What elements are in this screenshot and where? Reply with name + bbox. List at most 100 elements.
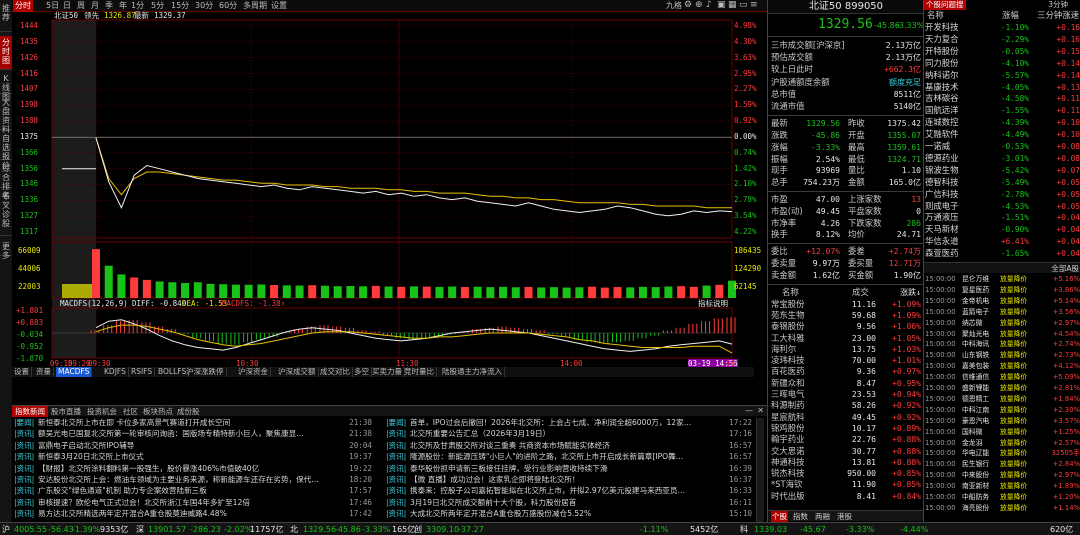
sector-name[interactable]: 开特股份 <box>925 46 959 58</box>
sector-row[interactable]: 开发科技 -1.10% +0.16 <box>924 22 1080 34</box>
news-item[interactable]: |资讯| 携泰来：控股子公司嘉拓智能拟在北交所上市，并拟2.97亿美元投建马来西亚… <box>386 486 752 496</box>
news-title[interactable]: 首单，IPO过会后撤回！2026年北交所：上会占七成、净利润全超6000万，12… <box>410 418 691 427</box>
intraday-chart[interactable]: 1444 4.98% 1435 4.30% 1426 3.63% 1416 2.95% 1407… <box>12 11 767 368</box>
tape-name[interactable]: 豪恩汽电 <box>962 416 989 427</box>
sector-name[interactable]: 德源药业 <box>925 153 959 165</box>
gear-icon[interactable]: ⚙ <box>684 0 692 10</box>
sector-name[interactable]: 森萱医药 <box>925 248 959 260</box>
stock-name[interactable]: 时代出版 <box>771 491 805 502</box>
bottom-tab-3[interactable]: 港股 <box>837 511 852 522</box>
tape-name[interactable]: 国科微 <box>962 427 982 438</box>
sector-name[interactable]: 华信永道 <box>925 236 959 248</box>
tape-row[interactable]: 15:00:00 信维通信 放量降价 +5.09% <box>924 372 1080 383</box>
sector-row[interactable]: 天马新材 -0.90% +0.04 <box>924 224 1080 236</box>
all-a-select[interactable]: 全部A股 <box>1051 263 1079 274</box>
news-item[interactable]: |资讯| 大成北交所两年定开混合A重仓股万盛股份减仓5.52% 15:10 <box>386 509 752 519</box>
news-title[interactable]: 易方达北交所精选两年定开混合A重仓股莫迪威路4.48% <box>38 509 227 518</box>
stock-row[interactable]: 泰锦股份 9.56 +1.06% <box>768 321 924 332</box>
news-item[interactable]: |资讯| 【微 直播】成功过会！这家乳企即将登陆北交所！ 16:37 <box>386 475 752 485</box>
grid-icon[interactable]: ▦ <box>728 0 737 10</box>
sector-name[interactable]: 则成电子 <box>925 201 959 213</box>
tape-name[interactable]: 信维通信 <box>962 372 989 383</box>
tape-row[interactable]: 15:00:00 南亚新材 放量降价 +1.89% <box>924 481 1080 492</box>
left-tab-1[interactable]: 分时图 <box>0 36 12 70</box>
news-item[interactable]: |要闻| 首单，IPO过会后撤回！2026年北交所：上会占七成、净利润全超6000… <box>386 418 752 428</box>
tape-name[interactable]: 南亚新材 <box>962 481 989 492</box>
sector-name[interactable]: 一诺威 <box>925 141 950 153</box>
tape-name[interactable]: 盛新锂能 <box>962 383 989 394</box>
sector-name[interactable]: 万通液压 <box>925 212 959 224</box>
sector-row[interactable]: 华信永道 +6.41% +0.04 <box>924 236 1080 248</box>
sector-row[interactable]: 则成电子 -4.53% +0.05 <box>924 201 1080 213</box>
tape-row[interactable]: 15:00:00 民生银行 放量降价 +2.84% <box>924 459 1080 470</box>
stock-row[interactable]: 锐杰科技 950.00 +0.85% <box>768 468 924 479</box>
news-tab-2[interactable]: 投资机会 <box>84 406 120 417</box>
left-tab-5[interactable]: 综合排名 <box>0 162 12 200</box>
sector-row[interactable]: 艾融软件 -4.49% +0.10 <box>924 129 1080 141</box>
sector-row[interactable]: 德源药业 -3.01% +0.08 <box>924 153 1080 165</box>
tape-row[interactable]: 15:00:00 国科微 放量降价 +1.25% <box>924 427 1080 438</box>
lock-icon[interactable]: ▣ <box>717 0 726 10</box>
indicator-tab-2[interactable]: MACDFS <box>56 367 93 377</box>
stock-row[interactable]: 锦鸡股份 10.17 +0.89% <box>768 423 924 434</box>
sector-row[interactable]: 广信科技 -2.78% +0.05 <box>924 189 1080 201</box>
stock-name[interactable]: 百花医药 <box>771 366 805 377</box>
tape-row[interactable]: 15:00:00 盛新锂能 放量降价 +2.81% <box>924 383 1080 394</box>
tape-name[interactable]: 中船防务 <box>962 492 989 503</box>
stock-row[interactable]: *ST海钦 11.90 +0.85% <box>768 479 924 490</box>
stock-row[interactable]: 三晖电气 23.53 +0.94% <box>768 389 924 400</box>
news-title[interactable]: 携泰来：控股子公司嘉拓智能拟在北交所上市，并拟2.97亿美元投建马来西亚员… <box>410 486 685 495</box>
stock-name[interactable]: 神通科技 <box>771 457 805 468</box>
tape-name[interactable]: 金龙羽 <box>962 438 982 449</box>
news-scrollbar[interactable] <box>756 418 764 522</box>
tape-row[interactable]: 15:00:00 复星医药 放量降价 +3.86% <box>924 285 1080 296</box>
tape-row[interactable]: 15:00:00 金龙羽 放量降价 +2.57% <box>924 438 1080 449</box>
news-tab-5[interactable]: 成份股 <box>174 406 203 417</box>
sector-name[interactable]: 德智科技 <box>925 177 959 189</box>
indicator-tab-9[interactable]: 成交对比 <box>318 367 353 377</box>
tape-row[interactable]: 15:00:00 中科海讯 放量降价 +2.74% <box>924 339 1080 350</box>
sector-name[interactable]: 锦波生物 <box>925 165 959 177</box>
bottom-tab-0[interactable]: 个股 <box>771 511 788 522</box>
news-tab-0[interactable]: 指数新闻 <box>12 406 48 417</box>
menu-icon[interactable]: ≡ <box>750 0 758 10</box>
news-title[interactable]: 审核提速？欧伦电气正式过会！北交所浙江车国4年多扩至12倍 <box>38 498 250 507</box>
left-tab-3[interactable]: 大盘资料 <box>0 96 12 134</box>
tape-name[interactable]: 纳芯微 <box>962 318 982 329</box>
news-title[interactable]: 新恒泰北交所上市在即 卡位多家高景气赛道打开成长空间 <box>38 418 230 427</box>
sector-name[interactable]: 天力复合 <box>925 34 959 46</box>
sector-name[interactable]: 纳科诺尔 <box>925 70 959 82</box>
tab-11[interactable]: 60分 <box>217 0 239 12</box>
news-item[interactable]: |资讯| 泰华股份抓申请新三板接任挂牌，受行业影响营收持续下滑 16:39 <box>386 464 752 474</box>
news-item[interactable]: |资讯| 安达股份北交所上会：燃油车领域为主要业务来源，称新能源车还存在劣势，保代… <box>14 475 372 485</box>
tape-name[interactable]: 昆仑万维 <box>962 274 989 285</box>
stock-row[interactable]: 新疆众和 8.47 +0.95% <box>768 378 924 389</box>
sector-row[interactable]: 万通液压 -1.51% +0.04 <box>924 212 1080 224</box>
news-title[interactable]: 额吴光电已国复北交所第一轮审核问询函：国版场专精特新小巨人，聚焦康显… <box>38 429 304 438</box>
stock-name[interactable]: 常宝股份 <box>771 299 805 310</box>
stock-row[interactable]: 百花医药 9.36 +0.97% <box>768 366 924 377</box>
indicator-tab-1[interactable]: 资量 <box>34 367 54 377</box>
stock-name[interactable]: 泰锦股份 <box>771 321 805 332</box>
stock-row[interactable]: 常宝股份 11.16 +1.09% <box>768 299 924 310</box>
tape-name[interactable]: 山东钢铁 <box>962 350 989 361</box>
sector-name[interactable]: 艾融软件 <box>925 129 959 141</box>
sector-name[interactable]: 连城数控 <box>925 117 959 129</box>
bottom-tab-1[interactable]: 指数 <box>793 511 808 522</box>
stock-name[interactable]: 星宸航科 <box>771 412 805 423</box>
tape-name[interactable]: 民生银行 <box>962 459 989 470</box>
indicator-tab-11[interactable]: 买卖力量 <box>370 367 405 377</box>
indicator-tab-12[interactable]: 竞时量比 <box>402 367 437 377</box>
stock-name[interactable]: 锐杰科技 <box>771 468 805 479</box>
tape-name[interactable]: 中来股份 <box>962 470 989 481</box>
indicator-tab-0[interactable]: 设置 <box>12 367 32 377</box>
chart-canvas[interactable] <box>12 12 767 367</box>
tape-row[interactable]: 15:00:00 纳芯微 放量降价 +2.97% <box>924 318 1080 329</box>
tape-name[interactable]: 中科江南 <box>962 405 989 416</box>
col-name[interactable]: 名称 <box>927 10 944 21</box>
tape-name[interactable]: 嘉美包装 <box>962 361 989 372</box>
tape-row[interactable]: 15:00:00 金帝机电 放量降价 +5.14% <box>924 296 1080 307</box>
col-name[interactable]: 名称 <box>782 287 799 298</box>
sector-row[interactable]: 国航远洋 -1.55% +0.11 <box>924 105 1080 117</box>
sector-name[interactable]: 吉林碳谷 <box>925 93 959 105</box>
